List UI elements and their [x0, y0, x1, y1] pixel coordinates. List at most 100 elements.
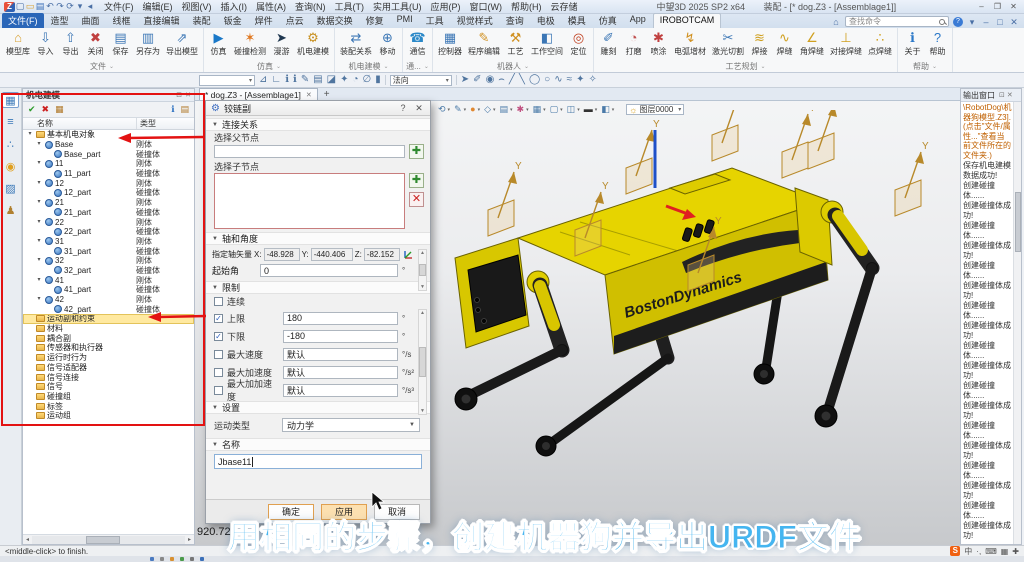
tree-row[interactable]: 21_part碰撞体 — [23, 208, 194, 218]
ribbon-tab-文件(F)[interactable]: 文件(F) — [2, 13, 44, 28]
tree-row[interactable]: ▾基本机电对象 — [23, 130, 194, 140]
ribbon-tab-装配[interactable]: 装配 — [187, 13, 217, 28]
tree-row[interactable]: 信号 — [23, 382, 194, 392]
menu-item[interactable]: 云存储 — [551, 0, 578, 13]
ribbon-tab-工具[interactable]: 工具 — [420, 13, 450, 28]
arc-icon[interactable]: ⌢ — [498, 74, 505, 86]
output-dock-icon[interactable]: ⊡ — [999, 91, 1005, 99]
expander-icon[interactable]: ▾ — [35, 179, 43, 188]
visual-manager-icon[interactable]: ◉ — [2, 158, 19, 174]
menu-item[interactable]: 编辑(E) — [143, 0, 173, 13]
ribbon-workspace-button[interactable]: ◧工作空间 — [528, 29, 566, 57]
checkbox-unchecked[interactable] — [214, 368, 223, 377]
group-expand-icon[interactable]: ⌄ — [424, 63, 429, 70]
tree-row[interactable]: ▾32刚体 — [23, 256, 194, 266]
limit-value-input[interactable]: 默认 — [283, 384, 398, 397]
tree-row[interactable]: ▾42刚体 — [23, 295, 194, 305]
menu-item[interactable]: 查询(N) — [295, 0, 326, 13]
line2-icon[interactable]: ╲ — [519, 74, 525, 86]
add-parent-button[interactable]: ✚ — [409, 144, 424, 159]
expander-icon[interactable]: ▾ — [35, 295, 43, 304]
null-icon[interactable]: ∅ — [363, 74, 372, 86]
pick-icon[interactable]: ➤ — [461, 74, 469, 86]
info-icon[interactable]: ℹ — [171, 104, 174, 115]
document-tab[interactable]: * dog.Z3 - [Assemblage1] ✕ — [199, 88, 318, 100]
doc-close-button[interactable]: ✕ — [1009, 17, 1019, 27]
ribbon-tab-直接编辑[interactable]: 直接编辑 — [138, 13, 186, 28]
tree-row[interactable]: 42_part碰撞体 — [23, 304, 194, 314]
ribbon-save-as-button[interactable]: ▥另存为 — [133, 29, 163, 57]
checkbox-unchecked[interactable] — [214, 386, 223, 395]
ribbon-tab-视觉样式[interactable]: 视觉样式 — [451, 13, 499, 28]
ribbon-weld-button[interactable]: ≋焊接 — [747, 29, 772, 57]
dropdown-icon[interactable]: ▾ — [75, 1, 85, 11]
group-expand-icon[interactable]: ⌄ — [109, 63, 114, 70]
tree-row[interactable]: 传感器和执行器 — [23, 343, 194, 353]
output-close-icon[interactable]: ✕ — [1007, 91, 1013, 99]
axis-x-input[interactable]: -48.928 — [264, 248, 300, 261]
ribbon-spot-weld-button[interactable]: ∴点焊缝 — [865, 29, 895, 57]
corner-icon[interactable]: ∟ — [271, 74, 281, 86]
pen-icon[interactable]: ✐ — [473, 74, 481, 86]
manager-tab-icon[interactable]: ▦ — [2, 92, 19, 108]
group-expand-icon[interactable]: ⌄ — [760, 63, 765, 70]
expander-icon[interactable]: ▾ — [35, 159, 43, 168]
delete-icon[interactable]: ✖ — [42, 104, 50, 115]
help-icon[interactable]: ? — [953, 17, 963, 27]
ribbon-tab-仿真[interactable]: 仿真 — [593, 13, 623, 28]
history-icon[interactable]: ∴ — [2, 136, 19, 152]
tree-row[interactable]: ▾12刚体 — [23, 178, 194, 188]
tree-row[interactable]: 标签 — [23, 401, 194, 411]
plus-icon[interactable]: ✚ — [1012, 547, 1019, 556]
ribbon-assembly-relation-button[interactable]: ⇄装配关系 — [337, 29, 375, 57]
tree-row[interactable]: ▾11刚体 — [23, 159, 194, 169]
info1-icon[interactable]: ℹ — [285, 74, 289, 86]
section-name[interactable]: ▼名称 — [206, 438, 430, 451]
lang-icon[interactable]: 中 — [964, 546, 972, 557]
tab-add-button[interactable]: + — [321, 89, 333, 100]
wave-icon[interactable]: ≈ — [567, 74, 573, 86]
ribbon-process-button[interactable]: ⚒工艺 — [503, 29, 528, 57]
ribbon-close-button[interactable]: ✖关闭 — [83, 29, 108, 57]
align-icon[interactable]: ⊿ — [259, 74, 267, 86]
limit-value-input[interactable]: 180 — [283, 312, 398, 325]
dialog-help-icon[interactable]: ? — [397, 103, 409, 113]
ribbon-tab-曲面[interactable]: 曲面 — [76, 13, 106, 28]
circle1-icon[interactable]: ◯ — [529, 74, 540, 86]
tree-row[interactable]: Base_part碰撞体 — [23, 149, 194, 159]
checkbox-unchecked[interactable] — [214, 350, 223, 359]
start-angle-input[interactable]: 0 — [260, 264, 398, 277]
ribbon-tab-焊件[interactable]: 焊件 — [249, 13, 279, 28]
grid-icon[interactable]: ▦ — [1001, 547, 1009, 556]
ribbon-spray-button[interactable]: ✱喷涂 — [646, 29, 671, 57]
tree-row[interactable]: ▾22刚体 — [23, 217, 194, 227]
panel-close-icon[interactable]: ✕ — [185, 91, 191, 99]
ribbon-help-button[interactable]: ?帮助 — [925, 29, 950, 57]
output-scrollbar[interactable] — [1013, 102, 1021, 544]
group-expand-icon[interactable]: ⌄ — [932, 63, 937, 70]
ribbon-weld-seam-button[interactable]: ∿焊缝 — [772, 29, 797, 57]
ribbon-fillet-weld-button[interactable]: ∠角焊缝 — [797, 29, 827, 57]
doc-minimize-button[interactable]: – — [981, 17, 991, 27]
tree-row[interactable]: 运动组 — [23, 411, 194, 421]
menu-item[interactable]: 视图(V) — [182, 0, 212, 13]
tree-row[interactable]: 31_part碰撞体 — [23, 246, 194, 256]
group-expand-icon[interactable]: ⌄ — [524, 63, 529, 70]
tree-row[interactable]: 11_part碰撞体 — [23, 169, 194, 179]
minimize-button[interactable]: – — [975, 1, 988, 12]
undo-icon[interactable]: ↶ — [45, 1, 55, 11]
menu-item[interactable]: 文件(F) — [104, 0, 134, 13]
tree-row[interactable]: 信号连接 — [23, 372, 194, 382]
ribbon-tab-点云[interactable]: 点云 — [280, 13, 310, 28]
group-expand-icon[interactable]: ⌄ — [383, 63, 388, 70]
ribbon-program-edit-button[interactable]: ✎程序编辑 — [465, 29, 503, 57]
tree-row[interactable]: 信号适配器 — [23, 363, 194, 373]
expander-icon[interactable]: ▾ — [35, 140, 43, 149]
info2-icon[interactable]: ℹ — [293, 74, 297, 86]
target-icon[interactable]: ◉ — [486, 74, 495, 86]
close-button[interactable]: ✕ — [1007, 1, 1020, 12]
section-limits[interactable]: ▼限制 — [206, 281, 430, 294]
command-search-input[interactable]: 查找命令 — [845, 16, 949, 27]
limit-value-input[interactable]: 默认 — [283, 366, 398, 379]
tree-row[interactable]: 材料 — [23, 324, 194, 334]
